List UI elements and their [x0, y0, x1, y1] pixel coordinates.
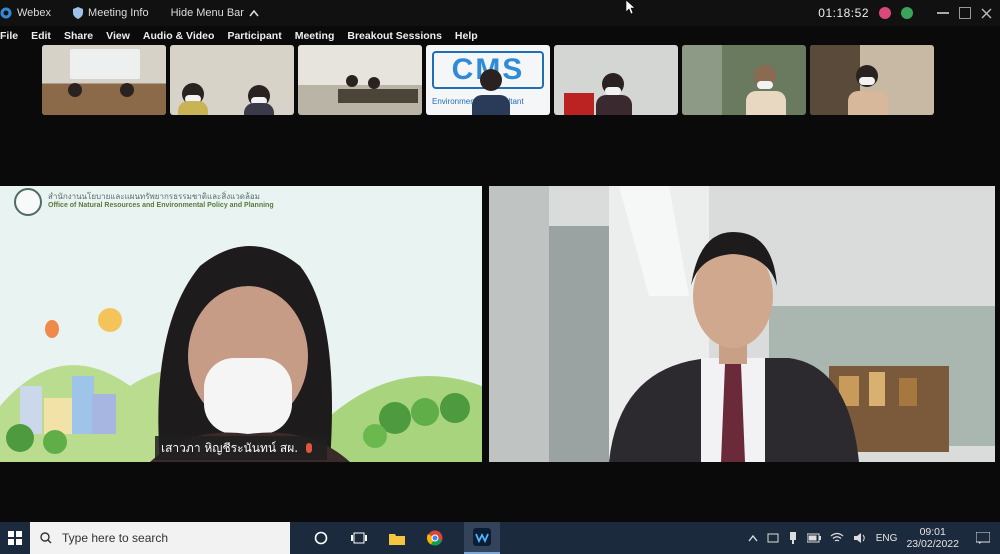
minimize-icon[interactable] — [937, 12, 949, 14]
menu-share[interactable]: Share — [64, 30, 93, 42]
shield-icon — [73, 7, 84, 19]
webex-taskbar-button[interactable] — [464, 522, 500, 554]
speaker-name-label: เสาวภา หิญชีระนันทน์ สผ. — [155, 436, 327, 460]
mouse-cursor-icon — [626, 0, 636, 14]
active-speaker-video-left[interactable]: สำนักงานนโยบายและแผนทรัพยากรธรรมชาติและส… — [0, 186, 482, 462]
chevron-up-icon[interactable] — [748, 534, 758, 542]
network-health-icon[interactable] — [901, 7, 913, 19]
recording-icon[interactable] — [879, 7, 891, 19]
meeting-info-label: Meeting Info — [88, 7, 149, 19]
taskbar-search-box[interactable]: Type here to search — [30, 522, 290, 554]
webex-logo-icon — [0, 7, 12, 19]
search-placeholder: Type here to search — [62, 531, 169, 545]
menu-view[interactable]: View — [106, 30, 130, 42]
menu-bar: File Edit Share View Audio & Video Parti… — [0, 27, 491, 45]
menu-meeting[interactable]: Meeting — [295, 30, 335, 42]
menu-breakout-sessions[interactable]: Breakout Sessions — [347, 30, 442, 42]
participant-thumbnail-strip: CMS Environmental Consultant — [42, 45, 934, 115]
file-explorer-icon[interactable] — [388, 529, 406, 547]
participant-thumbnail[interactable] — [810, 45, 934, 115]
app-name: Webex — [17, 7, 52, 19]
battery-icon[interactable] — [806, 533, 821, 543]
active-speaker-video-right[interactable] — [489, 186, 995, 462]
chevron-up-icon — [249, 9, 259, 17]
start-button[interactable] — [0, 522, 30, 554]
volume-icon[interactable] — [853, 532, 867, 544]
cortana-icon[interactable] — [312, 529, 330, 547]
participant-thumbnail-cms[interactable]: CMS Environmental Consultant — [426, 45, 550, 115]
participant-thumbnail[interactable] — [298, 45, 422, 115]
menu-edit[interactable]: Edit — [31, 30, 51, 42]
task-view-icon[interactable] — [350, 529, 368, 547]
hide-menu-label: Hide Menu Bar — [170, 7, 244, 19]
close-icon[interactable] — [981, 8, 992, 19]
usb-icon[interactable] — [788, 532, 798, 544]
notifications-icon[interactable] — [976, 532, 990, 544]
menu-help[interactable]: Help — [455, 30, 478, 42]
clock-time: 09:01 — [919, 526, 946, 538]
participant-thumbnail[interactable] — [554, 45, 678, 115]
mic-muted-icon — [306, 443, 313, 453]
search-icon — [40, 532, 52, 544]
illustrated-background — [0, 246, 482, 462]
participant-thumbnail[interactable] — [682, 45, 806, 115]
windows-taskbar: Type here to search ENG 09:01 23/02/2022 — [0, 522, 1000, 554]
office-background — [489, 186, 995, 462]
system-tray: ENG 09:01 23/02/2022 — [748, 522, 990, 554]
meeting-timer: 01:18:52 — [818, 6, 869, 20]
taskbar-clock[interactable]: 09:01 23/02/2022 — [906, 526, 959, 550]
participant-thumbnail[interactable] — [42, 45, 166, 115]
windows-logo-icon — [8, 531, 22, 545]
speaker-name-text: เสาวภา หิญชีระนันทน์ สผ. — [161, 440, 299, 455]
wifi-icon[interactable] — [830, 532, 844, 544]
clock-date: 23/02/2022 — [906, 538, 959, 550]
meet-now-icon[interactable] — [767, 532, 779, 544]
menu-file[interactable]: File — [0, 30, 18, 42]
menu-audio-video[interactable]: Audio & Video — [143, 30, 215, 42]
menu-participant[interactable]: Participant — [227, 30, 281, 42]
language-indicator[interactable]: ENG — [876, 533, 898, 544]
taskbar-apps — [312, 522, 500, 554]
webex-app-icon — [473, 528, 491, 546]
participant-thumbnail[interactable] — [170, 45, 294, 115]
hide-menu-bar-button[interactable]: Hide Menu Bar — [171, 7, 259, 19]
app-title: Webex — [0, 7, 51, 19]
window-title-bar: Webex Meeting Info Hide Menu Bar 01:18:5… — [0, 0, 1000, 26]
chrome-icon[interactable] — [426, 529, 444, 547]
restore-icon[interactable] — [959, 7, 971, 19]
title-bar-right: 01:18:52 — [818, 0, 1000, 26]
meeting-info-button[interactable]: Meeting Info — [73, 7, 149, 19]
